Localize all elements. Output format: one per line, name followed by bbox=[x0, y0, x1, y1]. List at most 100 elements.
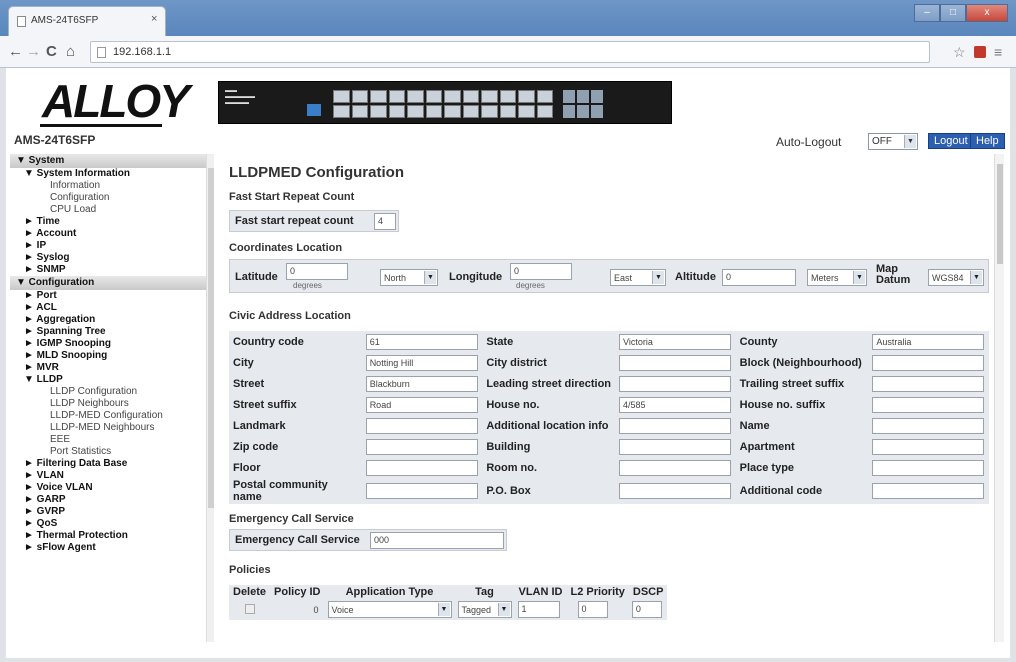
sidebar-item[interactable]: Configuration bbox=[10, 192, 206, 204]
sidebar-item[interactable]: CPU Load bbox=[10, 204, 206, 216]
sidebar-item[interactable]: ► IGMP Snooping bbox=[10, 338, 206, 350]
sidebar-item[interactable]: ▼ LLDP bbox=[10, 374, 206, 386]
civic-field-input[interactable] bbox=[872, 354, 985, 371]
latitude-input[interactable]: 0 bbox=[286, 263, 348, 280]
application-type-value: Voice bbox=[331, 605, 354, 615]
menu-icon[interactable]: ≡ bbox=[994, 44, 1002, 60]
civic-field-input[interactable] bbox=[872, 483, 985, 499]
sidebar-item[interactable]: Information bbox=[10, 180, 206, 192]
sidebar-item[interactable]: LLDP-MED Configuration bbox=[10, 410, 206, 422]
map-datum-select[interactable]: WGS84 ▼ bbox=[928, 269, 984, 286]
civic-field-input[interactable] bbox=[619, 417, 731, 434]
sidebar-item[interactable]: LLDP Neighbours bbox=[10, 398, 206, 410]
civic-field-label: Street suffix bbox=[233, 398, 297, 411]
back-arrow-icon[interactable]: ← bbox=[8, 43, 23, 60]
latitude-direction-select[interactable]: North ▼ bbox=[380, 269, 438, 286]
civic-field-input[interactable] bbox=[872, 459, 985, 476]
sidebar-item[interactable]: LLDP Configuration bbox=[10, 386, 206, 398]
sidebar-item[interactable]: ► GVRP bbox=[10, 506, 206, 518]
sidebar-item[interactable]: ► Syslog bbox=[10, 252, 206, 264]
sidebar-item[interactable]: ► MVR bbox=[10, 362, 206, 374]
longitude-input[interactable]: 0 bbox=[510, 263, 572, 280]
chevron-down-icon: ▼ bbox=[497, 603, 510, 616]
civic-field-input[interactable] bbox=[872, 438, 985, 455]
maximize-button[interactable]: □ bbox=[940, 4, 966, 22]
tab-close-icon[interactable]: × bbox=[151, 13, 157, 25]
delete-checkbox[interactable] bbox=[244, 603, 255, 614]
sidebar-item[interactable]: ► ACL bbox=[10, 302, 206, 314]
civic-field-input[interactable] bbox=[872, 396, 985, 413]
civic-field-input[interactable]: Notting Hill bbox=[365, 354, 478, 371]
auto-logout-select[interactable]: OFF ▼ bbox=[868, 133, 918, 150]
sidebar-section[interactable]: ▼ Configuration bbox=[10, 276, 206, 290]
altitude-input[interactable]: 0 bbox=[722, 269, 796, 286]
sidebar-scroll-thumb[interactable] bbox=[208, 168, 214, 508]
longitude-label: Longitude bbox=[449, 271, 503, 283]
forward-arrow-icon[interactable]: → bbox=[26, 43, 41, 60]
fast-start-box: Fast start repeat count 4 bbox=[229, 210, 399, 232]
close-window-button[interactable]: x bbox=[966, 4, 1008, 22]
sidebar-section[interactable]: ▼ System bbox=[10, 154, 206, 168]
sidebar-item[interactable]: ► Aggregation bbox=[10, 314, 206, 326]
sidebar-item[interactable]: ► Voice VLAN bbox=[10, 482, 206, 494]
tag-select[interactable]: Tagged ▼ bbox=[457, 601, 512, 618]
sidebar-item[interactable]: ► IP bbox=[10, 240, 206, 252]
fast-start-input[interactable]: 4 bbox=[374, 213, 396, 230]
sidebar-item[interactable]: ► MLD Snooping bbox=[10, 350, 206, 362]
sidebar-item[interactable]: ► QoS bbox=[10, 518, 206, 530]
extension-icon[interactable] bbox=[974, 46, 986, 58]
civic-field-input[interactable] bbox=[365, 483, 478, 499]
reload-icon[interactable]: C bbox=[46, 43, 57, 60]
longitude-direction-select[interactable]: East ▼ bbox=[610, 269, 666, 286]
civic-field-input[interactable] bbox=[365, 417, 478, 434]
civic-field-input[interactable]: 4/585 bbox=[619, 396, 731, 413]
sidebar-item[interactable]: ► GARP bbox=[10, 494, 206, 506]
civic-field-input[interactable] bbox=[872, 375, 985, 392]
content-scrollbar[interactable] bbox=[994, 154, 1004, 642]
civic-field-input[interactable] bbox=[619, 354, 731, 371]
logout-button[interactable]: Logout bbox=[928, 133, 974, 149]
civic-field-input[interactable] bbox=[365, 438, 478, 455]
sidebar-item[interactable]: LLDP-MED Neighbours bbox=[10, 422, 206, 434]
emergency-input[interactable]: 000 bbox=[370, 532, 504, 549]
sidebar-item[interactable]: EEE bbox=[10, 434, 206, 446]
sidebar-item[interactable]: ► Filtering Data Base bbox=[10, 458, 206, 470]
minimize-button[interactable]: – bbox=[914, 4, 940, 22]
sidebar-item[interactable]: ► Account bbox=[10, 228, 206, 240]
dscp-input[interactable]: 0 bbox=[631, 601, 662, 618]
civic-field-input[interactable] bbox=[619, 375, 731, 392]
civic-field-input[interactable]: Blackburn bbox=[365, 375, 478, 392]
sidebar-item[interactable]: ► Port bbox=[10, 290, 206, 302]
sidebar-item[interactable]: ► Spanning Tree bbox=[10, 326, 206, 338]
civic-field-label: P.O. Box bbox=[486, 485, 531, 497]
browser-tab[interactable]: AMS-24T6SFP × bbox=[8, 6, 166, 36]
bookmark-star-icon[interactable]: ☆ bbox=[953, 44, 966, 61]
sidebar-item[interactable]: ▼ System Information bbox=[10, 168, 206, 180]
help-button[interactable]: Help bbox=[970, 133, 1005, 149]
sidebar-item[interactable]: ► SNMP bbox=[10, 264, 206, 276]
address-bar[interactable]: 192.168.1.1 bbox=[90, 41, 930, 63]
civic-field-input[interactable]: Road bbox=[365, 396, 478, 413]
home-icon[interactable]: ⌂ bbox=[66, 43, 75, 60]
civic-field-input[interactable]: Australia bbox=[872, 333, 985, 350]
civic-field-label: Room no. bbox=[486, 461, 538, 474]
content-scroll-thumb[interactable] bbox=[997, 164, 1003, 264]
civic-field-input[interactable] bbox=[619, 483, 731, 499]
civic-field-input[interactable] bbox=[619, 438, 731, 455]
altitude-unit-select[interactable]: Meters ▼ bbox=[807, 269, 867, 286]
civic-field-input[interactable] bbox=[365, 459, 478, 476]
civic-field-input[interactable] bbox=[619, 459, 731, 476]
application-type-select[interactable]: Voice ▼ bbox=[327, 601, 452, 618]
l2-priority-input[interactable]: 0 bbox=[577, 601, 608, 618]
civic-field-input[interactable]: Victoria bbox=[619, 333, 731, 350]
sidebar-item[interactable]: ► Thermal Protection bbox=[10, 530, 206, 542]
alloy-logo: ALLOY bbox=[42, 75, 190, 127]
vlan-id-input[interactable]: 1 bbox=[517, 601, 560, 618]
sidebar-item[interactable]: Port Statistics bbox=[10, 446, 206, 458]
sidebar-scrollbar[interactable] bbox=[206, 154, 214, 642]
sidebar-item[interactable]: ► VLAN bbox=[10, 470, 206, 482]
sidebar-item[interactable]: ► sFlow Agent bbox=[10, 542, 206, 554]
civic-field-input[interactable]: 61 bbox=[365, 333, 478, 350]
civic-field-input[interactable] bbox=[872, 417, 985, 434]
sidebar-item[interactable]: ► Time bbox=[10, 216, 206, 228]
